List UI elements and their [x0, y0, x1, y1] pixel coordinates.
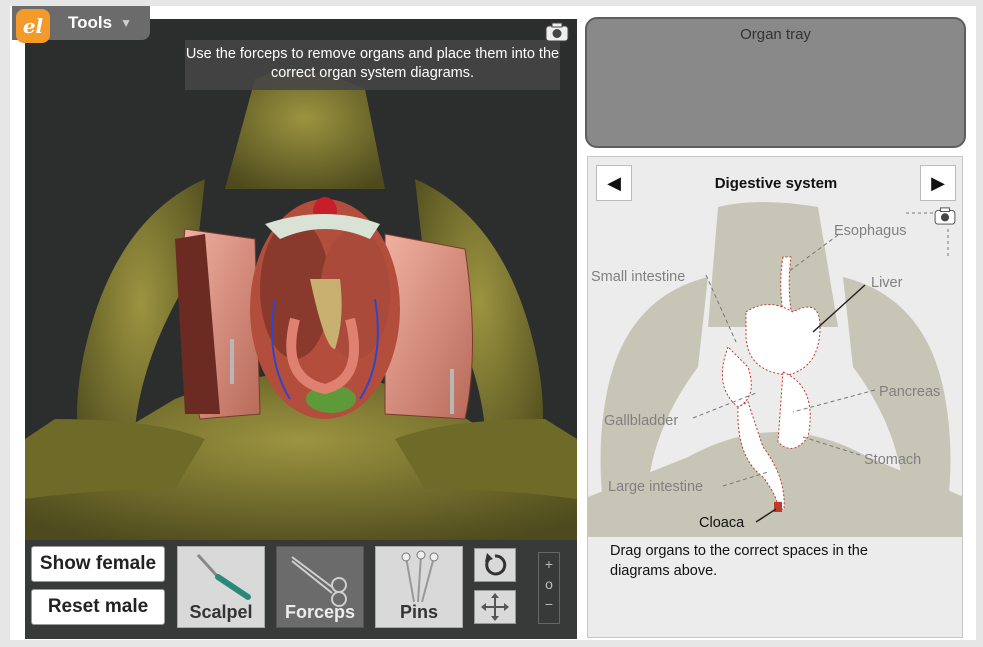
- organ-tray-title: Organ tray: [740, 26, 811, 43]
- pins-icon: [401, 550, 439, 603]
- organ-system-diagram[interactable]: ◀ Digestive system ▶ Esophagus Small int…: [587, 156, 963, 638]
- pins-label: Pins: [399, 602, 438, 622]
- label-large-intestine: Large intestine: [608, 479, 704, 495]
- forceps-icon: [291, 556, 347, 607]
- scalpel-tool-button[interactable]: Scalpel: [177, 546, 265, 628]
- drag-instructions: Drag organs to the correct spaces in the…: [610, 543, 868, 579]
- label-liver: Liver: [871, 275, 903, 291]
- show-female-button[interactable]: Show female: [31, 546, 165, 582]
- frog-dissection-render: [25, 71, 577, 540]
- rotate-button[interactable]: [474, 548, 516, 582]
- zoom-out-button[interactable]: −: [539, 596, 559, 612]
- forceps-label: Forceps: [284, 602, 356, 622]
- previous-system-button[interactable]: ◀: [596, 165, 632, 201]
- label-stomach: Stomach: [864, 452, 922, 468]
- rotate-icon: [485, 553, 507, 576]
- move-button[interactable]: [474, 590, 516, 624]
- tools-menu[interactable]: el Tools ▼: [12, 6, 150, 43]
- camera-icon[interactable]: [934, 207, 956, 225]
- reset-male-button[interactable]: Reset male: [31, 589, 165, 625]
- scalpel-icon: [196, 553, 251, 600]
- dissection-toolbar: Show female Reset male Scalpel Forceps P…: [25, 540, 577, 639]
- dissection-viewport[interactable]: Use the forceps to remove organs and pla…: [25, 19, 577, 540]
- system-title: Digestive system: [714, 175, 838, 192]
- tools-label: Tools: [68, 13, 113, 32]
- instruction-banner: Use the forceps to remove organs and pla…: [185, 40, 560, 90]
- explorelearning-logo: el: [16, 9, 50, 43]
- label-esophagus: Esophagus: [834, 223, 907, 239]
- chevron-down-icon: ▼: [120, 16, 132, 30]
- camera-icon[interactable]: [545, 22, 569, 42]
- move-icon: [481, 593, 509, 621]
- label-gallbladder: Gallbladder: [604, 413, 679, 429]
- scalpel-label: Scalpel: [189, 602, 253, 622]
- zoom-in-button[interactable]: +: [539, 556, 559, 572]
- zoom-control[interactable]: + o −: [538, 552, 560, 624]
- organ-tray[interactable]: Organ tray: [585, 17, 966, 148]
- label-pancreas: Pancreas: [879, 384, 941, 400]
- zoom-reset-button[interactable]: o: [539, 576, 559, 592]
- next-system-button[interactable]: ▶: [920, 165, 956, 201]
- label-small-intestine: Small intestine: [591, 269, 686, 285]
- forceps-tool-button[interactable]: Forceps: [276, 546, 364, 628]
- label-cloaca: Cloaca: [699, 515, 745, 531]
- pins-tool-button[interactable]: Pins: [375, 546, 463, 628]
